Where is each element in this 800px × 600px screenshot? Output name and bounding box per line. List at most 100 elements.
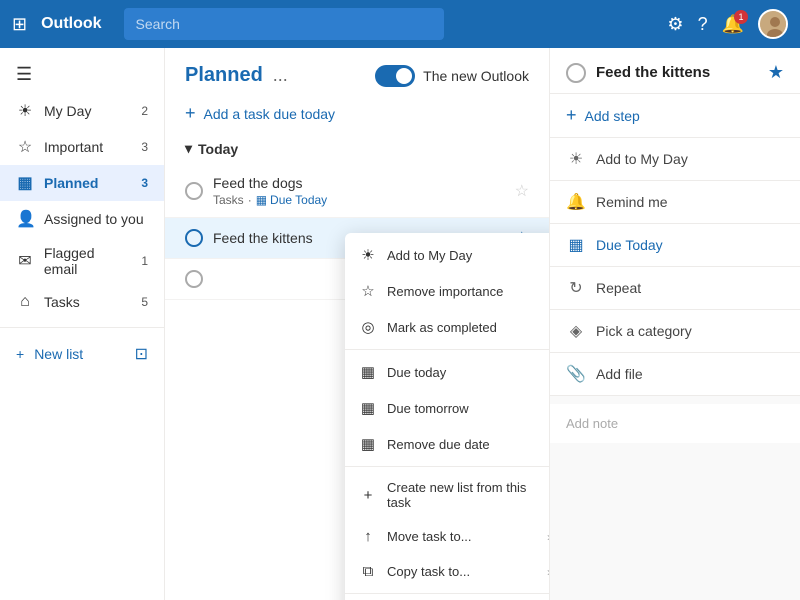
panel-plus-icon: + <box>566 105 577 126</box>
toggle-switch[interactable] <box>375 65 415 87</box>
new-list-label: New list <box>34 346 83 362</box>
search-input[interactable] <box>124 8 444 40</box>
panel-task-title: Feed the kittens <box>596 64 758 81</box>
help-icon[interactable]: ? <box>698 14 708 35</box>
section-today[interactable]: ▾ Today <box>165 132 549 165</box>
task-circle-feed-dogs[interactable] <box>185 182 203 200</box>
sidebar-item-tasks[interactable]: ⌂ Tasks 5 <box>0 285 164 319</box>
ctx-mark-completed-label: Mark as completed <box>387 320 497 335</box>
settings-icon[interactable]: ⚙ <box>667 14 683 35</box>
ctx-copy-arrow: › <box>547 565 550 579</box>
main-title: Planned <box>185 64 263 87</box>
panel-row-add-my-day[interactable]: ☀ Add to My Day <box>550 138 800 181</box>
ctx-move-icon: ↑ <box>359 528 377 545</box>
sidebar-label-my-day: My Day <box>44 103 91 119</box>
panel-row-add-file[interactable]: 📎 Add file <box>550 353 800 396</box>
panel-star-icon[interactable]: ★ <box>768 62 784 83</box>
panel-row-category[interactable]: ◈ Pick a category <box>550 310 800 353</box>
panel-remind-me-label: Remind me <box>596 194 668 210</box>
sidebar-badge-my-day: 2 <box>141 104 148 118</box>
ctx-add-my-day[interactable]: ☀ Add to My Day <box>345 237 550 273</box>
sidebar-item-important[interactable]: ☆ Important 3 <box>0 129 164 165</box>
calendar-icon-feed-dogs: ▦ <box>256 193 267 207</box>
plus-icon: + <box>16 346 24 362</box>
panel-repeat-icon: ↻ <box>566 278 586 298</box>
ctx-copy-task[interactable]: ⧉ Copy task to... › <box>345 554 550 589</box>
sidebar-item-flagged[interactable]: ✉ Flagged email 1 <box>0 237 164 285</box>
panel-category-label: Pick a category <box>596 323 692 339</box>
ctx-check-icon: ◎ <box>359 318 377 336</box>
ctx-create-list[interactable]: + Create new list from this task <box>345 471 550 519</box>
task-name-feed-dogs: Feed the dogs <box>213 175 505 191</box>
ctx-due-tomorrow[interactable]: ▦ Due tomorrow <box>345 390 550 426</box>
sidebar-item-planned[interactable]: ▦ Planned 3 <box>0 165 164 201</box>
main-content: Planned ... The new Outlook + Add a task… <box>165 48 550 600</box>
ctx-remove-importance[interactable]: ☆ Remove importance <box>345 273 550 309</box>
ctx-remove-importance-label: Remove importance <box>387 284 503 299</box>
ctx-cal-remove-icon: ▦ <box>359 435 377 453</box>
right-panel: Feed the kittens ★ + Add step ☀ Add to M… <box>550 48 800 600</box>
task-circle-3[interactable] <box>185 270 203 288</box>
star-icon: ☆ <box>16 137 34 157</box>
hamburger-button[interactable]: ☰ <box>0 56 164 93</box>
waffle-icon[interactable]: ⊞ <box>12 14 27 35</box>
ctx-cal-today-icon: ▦ <box>359 363 377 381</box>
task-circle-feed-kittens[interactable] <box>185 229 203 247</box>
notification-icon[interactable]: 🔔1 <box>722 14 744 35</box>
sidebar: ☰ ☀ My Day 2 ☆ Important 3 ▦ Planned 3 👤… <box>0 48 165 600</box>
panel-row-due-today[interactable]: ▦ Due Today <box>550 224 800 267</box>
ctx-move-task[interactable]: ↑ Move task to... › <box>345 519 550 554</box>
task-sub-feed-dogs: Tasks · ▦ Due Today <box>213 193 505 207</box>
ctx-divider-3 <box>345 593 550 594</box>
sidebar-item-assigned[interactable]: 👤 Assigned to you <box>0 201 164 237</box>
ctx-move-arrow: › <box>547 530 550 544</box>
panel-row-repeat[interactable]: ↻ Repeat <box>550 267 800 310</box>
ctx-create-list-label: Create new list from this task <box>387 480 550 510</box>
more-options-button[interactable]: ... <box>273 65 288 86</box>
panel-sun-icon: ☀ <box>566 149 586 169</box>
sidebar-label-flagged: Flagged email <box>44 245 131 277</box>
panel-repeat-label: Repeat <box>596 280 641 296</box>
ctx-star-icon: ☆ <box>359 282 377 300</box>
ctx-remove-due[interactable]: ▦ Remove due date <box>345 426 550 462</box>
panel-note-area[interactable]: Add note <box>550 404 800 443</box>
panel-attach-icon: 📎 <box>566 364 586 384</box>
task-star-feed-dogs[interactable]: ☆ <box>515 181 529 201</box>
new-list-icon: ⊡ <box>135 344 148 364</box>
task-item-feed-dogs[interactable]: Feed the dogs Tasks · ▦ Due Today ☆ <box>165 165 549 218</box>
ctx-mark-completed[interactable]: ◎ Mark as completed <box>345 309 550 345</box>
panel-category-icon: ◈ <box>566 321 586 341</box>
chevron-down-icon: ▾ <box>185 140 192 157</box>
new-list-button[interactable]: + New list ⊡ <box>0 336 164 372</box>
panel-bell-icon: 🔔 <box>566 192 586 212</box>
section-today-label: Today <box>198 141 238 157</box>
mail-icon: ✉ <box>16 251 34 271</box>
panel-add-step[interactable]: + Add step <box>550 94 800 138</box>
person-icon: 👤 <box>16 209 34 229</box>
sidebar-badge-important: 3 <box>141 140 148 154</box>
ctx-divider-2 <box>345 466 550 467</box>
avatar[interactable] <box>758 9 788 39</box>
ctx-add-my-day-label: Add to My Day <box>387 248 472 263</box>
panel-task-circle[interactable] <box>566 63 586 83</box>
grid-icon: ▦ <box>16 173 34 193</box>
sidebar-badge-flagged: 1 <box>141 254 148 268</box>
panel-calendar-icon: ▦ <box>566 235 586 255</box>
home-icon: ⌂ <box>16 293 34 311</box>
panel-row-remind-me[interactable]: 🔔 Remind me <box>550 181 800 224</box>
context-menu: ☀ Add to My Day ☆ Remove importance ◎ Ma… <box>345 233 550 600</box>
task-content-feed-dogs: Feed the dogs Tasks · ▦ Due Today <box>213 175 505 207</box>
topbar-icons: ⚙ ? 🔔1 <box>667 9 788 39</box>
sun-icon: ☀ <box>16 101 34 121</box>
sidebar-item-my-day[interactable]: ☀ My Day 2 <box>0 93 164 129</box>
add-task-row[interactable]: + Add a task due today <box>165 95 549 132</box>
sidebar-badge-tasks: 5 <box>141 295 148 309</box>
main-layout: ☰ ☀ My Day 2 ☆ Important 3 ▦ Planned 3 👤… <box>0 48 800 600</box>
sidebar-label-tasks: Tasks <box>44 294 80 310</box>
ctx-due-today[interactable]: ▦ Due today <box>345 354 550 390</box>
main-header: Planned ... The new Outlook <box>165 48 549 95</box>
panel-due-today-label: Due Today <box>596 237 663 253</box>
task-list-feed-dogs: Tasks <box>213 193 244 207</box>
sidebar-badge-planned: 3 <box>141 176 148 190</box>
topbar: ⊞ Outlook ⚙ ? 🔔1 <box>0 0 800 48</box>
